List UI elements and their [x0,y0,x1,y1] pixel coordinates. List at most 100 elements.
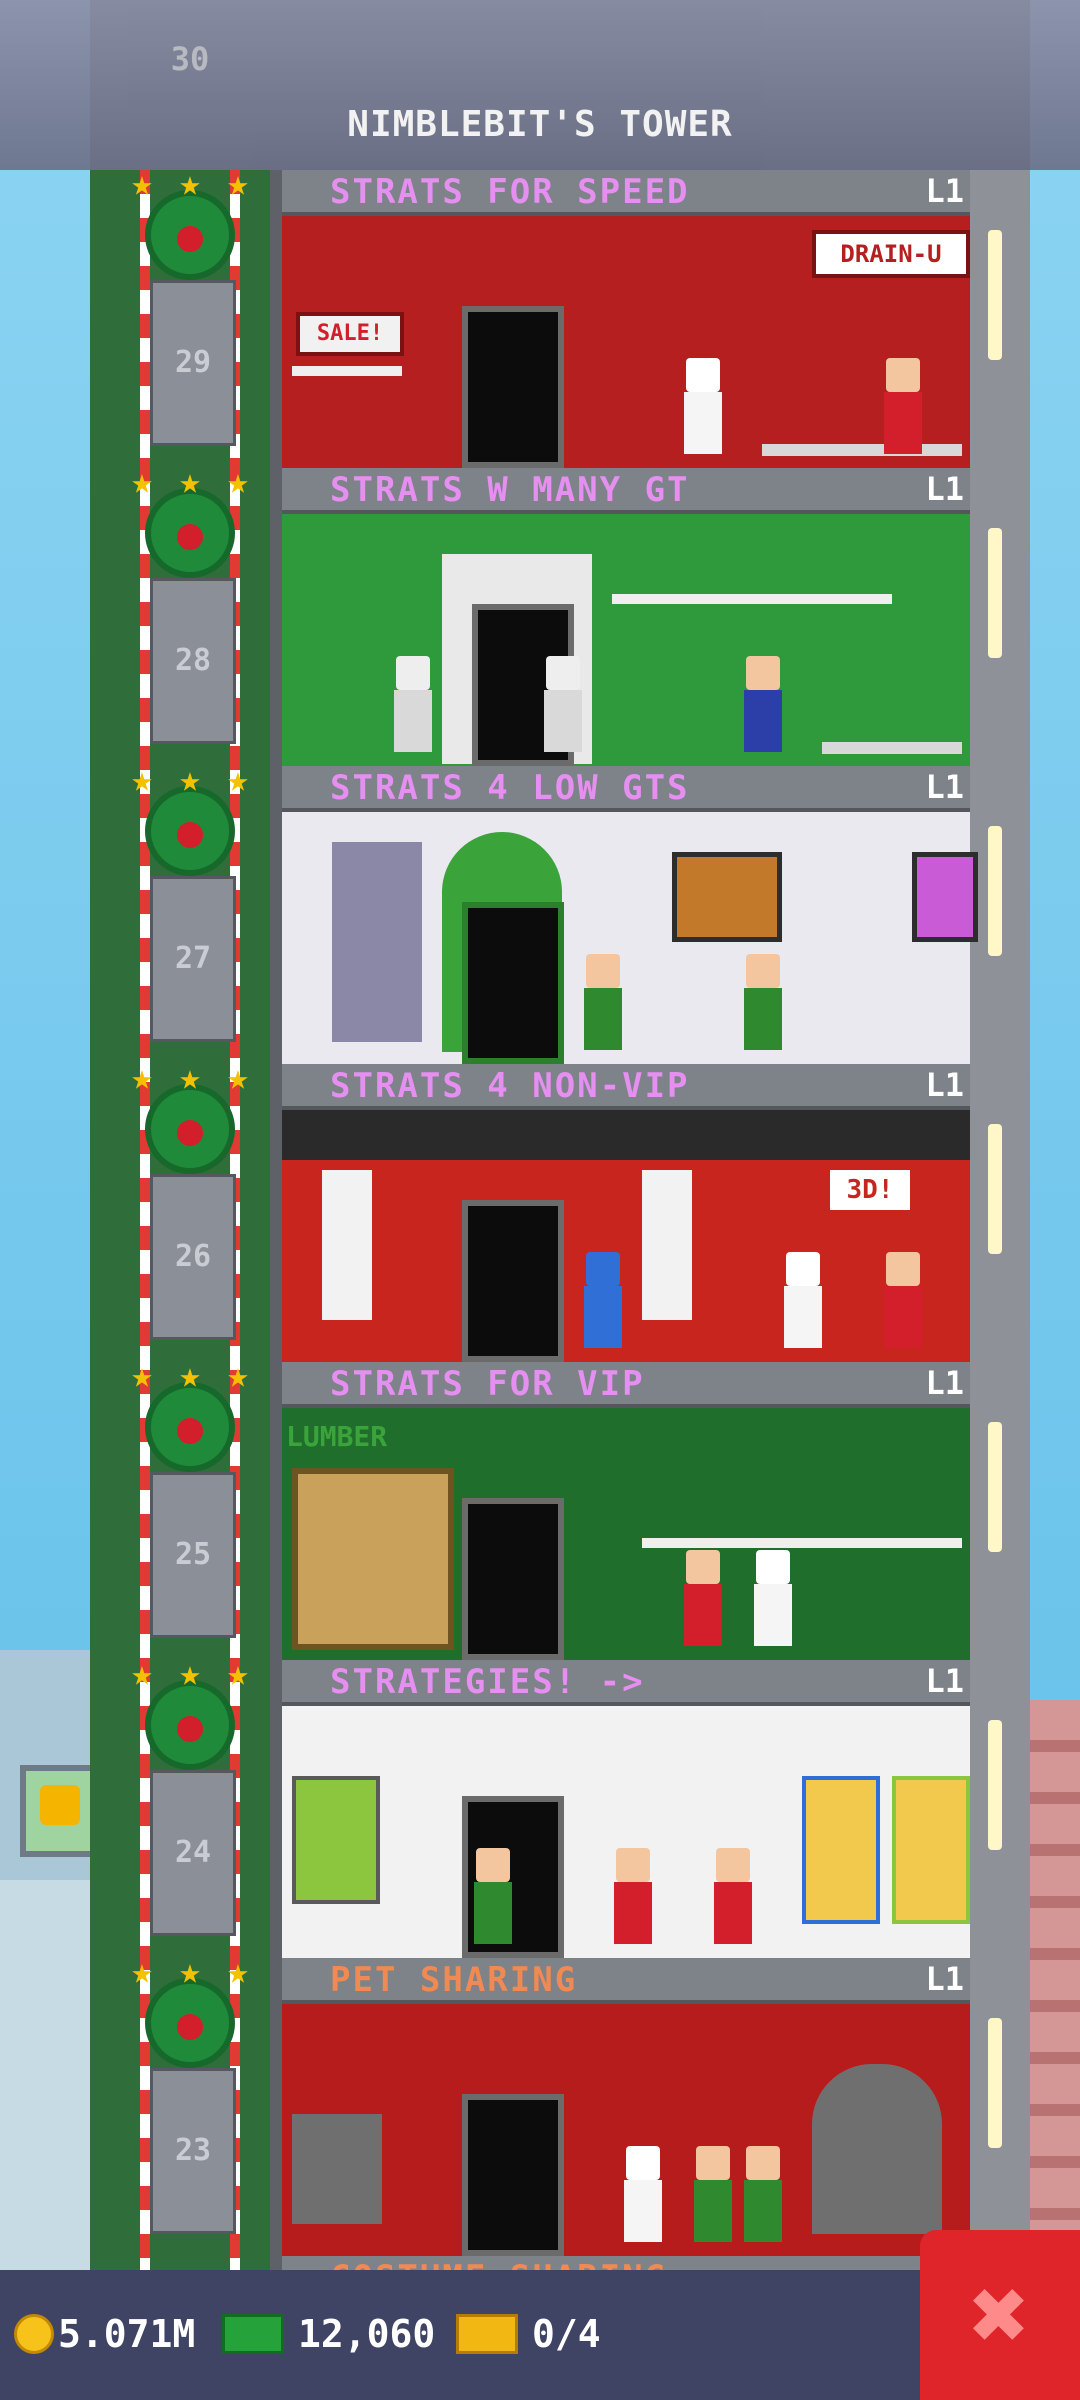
elevator-door[interactable] [462,1498,564,1660]
floor-level: L1 [925,172,964,210]
bitizen-head [586,1252,620,1286]
floor-room[interactable]: 3D! [282,1110,970,1362]
bitizen-body [684,1584,722,1646]
elevator-car-26[interactable]: 26 [150,1174,236,1340]
floor-name: STRATS FOR SPEED [330,172,690,212]
shelf [292,366,402,376]
snowman-bitizen[interactable] [782,1252,824,1348]
ceiling [282,1110,970,1160]
star-icon: ★ [131,1653,153,1694]
tower-title: NIMBLEBIT'S TOWER [347,104,733,145]
bitizen-head [746,656,780,690]
elevator-car-23[interactable]: 23 [150,2068,236,2234]
star-icon: ★ [227,759,249,800]
robot-bitizen[interactable] [392,656,434,752]
santa-bitizen[interactable] [682,1550,724,1646]
bookshelf [892,1776,970,1924]
floor-room[interactable] [282,2004,970,2256]
bitizen-head [476,1848,510,1882]
star-icon: ★ [179,163,201,204]
close-button[interactable]: ✖ [920,2230,1080,2400]
floor-room[interactable]: LUMBER [282,1408,970,1660]
bitizen[interactable] [742,656,784,752]
santa-bitizen[interactable] [882,358,924,454]
rail-light [988,1720,1002,1850]
elf-bitizen[interactable] [692,2146,734,2242]
floor-27[interactable]: STRATS 4 LOW GTS L1 [282,766,978,1064]
floor-25[interactable]: STRATS FOR VIP L1 LUMBER [282,1362,970,1660]
resource-bar: 5.071M 12,060 0/4 [0,2270,1080,2400]
bitizen-head [696,2146,730,2180]
floor-room[interactable] [282,514,970,766]
elf-bitizen[interactable] [742,954,784,1050]
elf-bitizen[interactable] [472,1848,514,1944]
bitizen-head [396,656,430,690]
portrait-painting [912,852,978,942]
3d-printer [642,1170,692,1320]
bitizen-body [744,2180,782,2242]
blue-bitizen[interactable] [582,1252,624,1348]
floor-room[interactable] [282,812,978,1064]
floor-name: STRATS W MANY GT [330,470,690,510]
elevator-car-28[interactable]: 28 [150,578,236,744]
bitizen-head [746,2146,780,2180]
bitizen-head [546,656,580,690]
floor-28[interactable]: STRATS W MANY GT L1 [282,468,970,766]
fries-icon [40,1785,80,1825]
floor-24[interactable]: STRATEGIES! -> L1 [282,1660,970,1958]
floor-29[interactable]: STRATS FOR SPEED L1 SALE! DRAIN-U [282,170,970,468]
coin-icon [14,2314,54,2354]
snowman-bitizen[interactable] [622,2146,664,2242]
elf-bitizen[interactable] [742,2146,784,2242]
elevator-door[interactable] [462,1200,564,1362]
bitizen-body [884,392,922,454]
floor-name: STRATS 4 LOW GTS [330,768,690,808]
santa-bitizen[interactable] [882,1252,924,1348]
bitizen-head [686,1550,720,1584]
bitizen-head [616,1848,650,1882]
bitizen-body [694,2180,732,2242]
tool-shelf [642,1538,962,1548]
elevator-car-29[interactable]: 29 [150,280,236,446]
floor-name: PET SHARING [330,1960,578,2000]
floor-label-bar: STRATEGIES! -> L1 [282,1660,970,1706]
floor-26[interactable]: STRATS 4 NON-VIP L1 3D! [282,1064,970,1362]
star-icon: ★ [131,1355,153,1396]
elf-bitizen[interactable] [582,954,624,1050]
bitizen-body [474,1882,512,1944]
elevator-car-27[interactable]: 27 [150,876,236,1042]
star-icon: ★ [227,1355,249,1396]
3d-sign: 3D! [830,1170,910,1210]
floor-room[interactable]: SALE! DRAIN-U [282,216,970,468]
elevator-car-24[interactable]: 24 [150,1770,236,1936]
bitizen-head [626,2146,660,2180]
floor-room[interactable] [282,1706,970,1958]
floor-name: STRATS 4 NON-VIP [330,1066,690,1106]
elevator-door[interactable] [462,306,564,468]
robot-bitizen[interactable] [542,656,584,752]
elevator-door[interactable] [462,2094,564,2256]
bitizen-head [756,1550,790,1584]
elevator-car-25[interactable]: 25 [150,1472,236,1638]
star-icon: ★ [179,1653,201,1694]
santa-bitizen[interactable] [712,1848,754,1944]
star-icon: ★ [227,163,249,204]
floor-label-bar: STRATS W MANY GT L1 [282,468,970,514]
bitizen-head [886,358,920,392]
bitizen-body [584,988,622,1050]
elephant-statue [332,842,422,1042]
tickets-value: 0/4 [532,2312,601,2356]
floor-name: STRATEGIES! -> [330,1662,645,1702]
bitizen-head [716,1848,750,1882]
santa-bitizen[interactable] [612,1848,654,1944]
floor-23[interactable]: PET SHARING L1 [282,1958,970,2256]
star-icon: ★ [179,1951,201,1992]
counter [822,742,962,754]
star-icon: ★ [131,163,153,204]
star-icon: ★ [179,1355,201,1396]
bux-display: 12,060 [222,2304,435,2364]
floor-label-bar: STRATS 4 LOW GTS L1 [282,766,970,812]
snowman-bitizen[interactable] [682,358,724,454]
snowman-bitizen[interactable] [752,1550,794,1646]
elevator-door[interactable] [462,902,564,1064]
